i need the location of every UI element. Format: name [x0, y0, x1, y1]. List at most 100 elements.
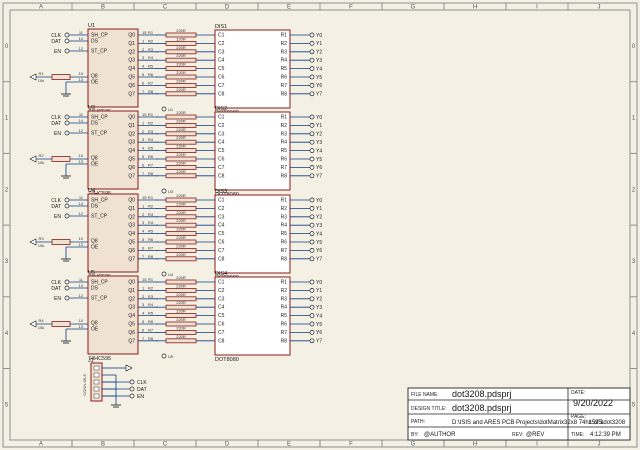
resistor-ref: R1 — [148, 195, 154, 200]
ic-pin-number: 3 — [142, 137, 145, 142]
ic-pin-number: 3 — [142, 220, 145, 225]
connector-net-label: EN — [137, 394, 144, 400]
output-terminal — [309, 173, 315, 179]
connector-reference: J1 — [88, 358, 94, 364]
resistor-ref: R8 — [148, 89, 154, 94]
ic-pin-label: Q2 — [128, 214, 135, 220]
output-net-label: Y1 — [316, 288, 322, 294]
ic-pin-number: 7 — [142, 336, 145, 341]
ic-pin-label: Q7 — [128, 338, 135, 344]
output-net-label: Y3 — [316, 140, 322, 146]
resistor-ref: R6 — [148, 72, 154, 77]
row-label-left: 3 — [5, 259, 9, 265]
resistor-value: 220R — [176, 152, 186, 157]
display-pin-label: R2 — [281, 123, 288, 129]
output-net-label: Y3 — [316, 223, 322, 229]
display-pin-label: C8 — [218, 338, 225, 344]
display-pin-label: R2 — [281, 206, 288, 212]
resistor-value: 220R — [176, 309, 186, 314]
output-net-label: Y5 — [316, 75, 322, 81]
display-pin-label: C6 — [218, 75, 225, 81]
input-net-label: EN — [54, 131, 61, 137]
display-pin-label: R3 — [281, 214, 288, 220]
input-terminal — [64, 38, 70, 44]
display-pin-label: C3 — [218, 296, 225, 302]
resistor-ref: R6 — [148, 237, 154, 242]
resistor-ref: R3 — [148, 47, 154, 52]
display-pin-label: C7 — [218, 330, 225, 336]
ic-pin-label: DS — [91, 204, 99, 210]
date-value: 9/20/2022 — [573, 398, 613, 408]
schematic-sheet: AABBCCDDEEFFGGHHIIJJ001122334455U174HC59… — [0, 0, 640, 450]
ic-pin-label: ST_CP — [91, 214, 108, 220]
resistor-ref: R4 — [148, 137, 154, 142]
ic-pin-number: 15 — [142, 30, 147, 35]
resistor-value: 220R — [176, 45, 186, 50]
ic-reference: U1 — [88, 23, 95, 29]
resistor-220r — [165, 173, 197, 179]
input-terminal — [64, 32, 70, 38]
display-pin-label: R6 — [281, 240, 288, 246]
display-pin-label: C4 — [218, 58, 225, 64]
display-pin-label: C8 — [218, 256, 225, 262]
ic-pin-number: 5 — [142, 237, 145, 242]
display-pin-label: C8 — [218, 91, 225, 97]
output-net-label: Y4 — [316, 148, 322, 154]
output-terminal — [309, 256, 315, 262]
time-key: TIME: — [571, 432, 584, 438]
display-pin-label: R8 — [281, 91, 288, 97]
output-net-label: Y6 — [316, 330, 322, 336]
resistor-ref: R2 — [148, 203, 154, 208]
output-net-label: Y2 — [316, 132, 322, 138]
serial-resistor — [51, 74, 71, 80]
output-net-label: Y7 — [316, 174, 322, 180]
display-pin-label: C4 — [218, 305, 225, 311]
resistor-value: 220R — [176, 78, 186, 83]
resistor-ref: R4 — [148, 55, 154, 60]
display-pin-label: R7 — [281, 83, 288, 89]
ic-pin-label: Q5 — [128, 157, 135, 163]
ic-pin-label: OE — [91, 162, 99, 168]
serial-resistor-value: 10k — [38, 160, 44, 165]
ic-pin-label: Q6 — [128, 165, 135, 171]
display-pin-label: C2 — [218, 206, 225, 212]
connector-terminal — [129, 386, 135, 392]
input-net-label: EN — [54, 49, 61, 55]
ic-pin-label: ST_CP — [91, 296, 108, 302]
row-label-left: 4 — [5, 331, 9, 337]
ic-pin-label: Q1 — [128, 123, 135, 129]
output-net-label: Y7 — [316, 92, 322, 98]
display-pin-label: C4 — [218, 140, 225, 146]
output-net-label: Y6 — [316, 83, 322, 89]
output-terminal — [309, 148, 315, 153]
output-terminal — [309, 330, 315, 335]
column-label-top: J — [598, 5, 601, 11]
output-terminal — [309, 165, 315, 170]
connector-pin — [93, 393, 100, 399]
output-net-label: Y1 — [316, 123, 322, 129]
output-net-label: Y5 — [316, 240, 322, 246]
resistor-ref: R8 — [148, 171, 154, 176]
resistor-ref: R4 — [148, 220, 154, 225]
output-net-label: Y1 — [316, 206, 322, 212]
ic-pin-label: Q7 — [128, 91, 135, 97]
resistor-ref: R7 — [148, 162, 154, 167]
dot-matrix-display — [214, 276, 291, 356]
shift-register-module-2: U374HC595SH_CP11DS14ST_CP12Q810OE13Q015Q… — [29, 105, 322, 198]
resistor-ref: R1 — [148, 112, 154, 117]
ic-pin-label: OE — [91, 80, 99, 86]
ic-pin-number: 7 — [142, 171, 145, 176]
display-pin-label: C7 — [218, 248, 225, 254]
column-label-top: A — [39, 5, 43, 11]
ic-pin-label: ST_CP — [91, 49, 108, 55]
column-label-top: E — [287, 5, 291, 11]
connector-part-number: CONN-SIL5 — [82, 374, 87, 396]
resistor-220r — [165, 256, 197, 262]
row-label-left: 2 — [5, 187, 9, 193]
date-key: DATE: — [571, 390, 585, 396]
rev-value: @REV — [526, 432, 544, 438]
resistor-value: 220R — [176, 36, 186, 41]
resistor-value: 220R — [176, 53, 186, 58]
output-net-label: Y1 — [316, 41, 322, 47]
ic-pin-number: 12 — [79, 46, 84, 51]
